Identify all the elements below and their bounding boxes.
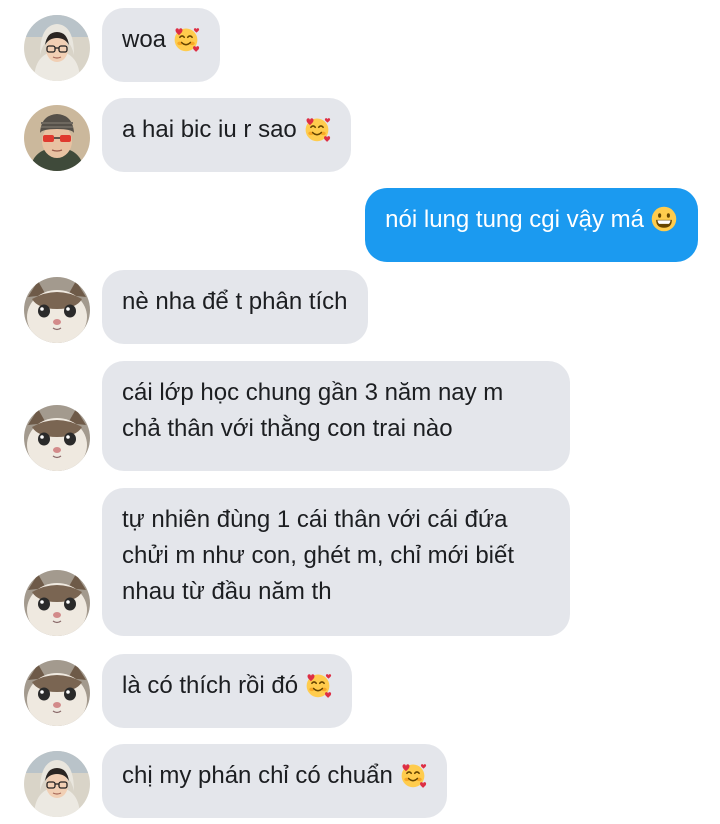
sender-avatar[interactable] <box>24 751 90 817</box>
sender-avatar[interactable] <box>24 105 90 171</box>
cat-avatar-icon <box>24 570 90 636</box>
boy-red-glasses-avatar-icon <box>24 105 90 171</box>
boy-hoodie-avatar-icon <box>24 15 90 81</box>
sender-avatar[interactable] <box>24 405 90 471</box>
message-bubble-incoming[interactable]: là có thích rồi đó <box>102 654 353 728</box>
message-line: chị my phán chỉ có chuẩn <box>122 758 427 794</box>
smiling-face-with-hearts-icon <box>399 761 427 789</box>
message-bubble-outgoing[interactable]: nói lung tung cgi vậy má <box>365 188 698 262</box>
smiling-face-with-hearts-icon <box>304 671 332 699</box>
message-bubble-incoming[interactable]: a hai bic iu r sao <box>102 98 351 172</box>
message-line: nói lung tung cgi vậy má <box>385 202 678 238</box>
message-line: cái lớp học chung gần 3 năm nay m <box>122 379 504 406</box>
boy-hoodie-avatar-icon <box>24 751 90 817</box>
sender-avatar[interactable] <box>24 277 90 343</box>
sender-avatar[interactable] <box>24 660 90 726</box>
message-line: nè nha để t phân tích <box>122 288 348 315</box>
message-bubble-incoming[interactable]: chị my phán chỉ có chuẩn <box>102 744 447 818</box>
sender-avatar[interactable] <box>24 15 90 81</box>
message-bubble-incoming[interactable]: cái lớp học chung gần 3 năm nay m chả th… <box>102 361 570 471</box>
cat-avatar-icon <box>24 405 90 471</box>
cat-avatar-icon <box>24 277 90 343</box>
cat-avatar-icon <box>24 660 90 726</box>
message-line: nhau từ đầu năm th <box>122 578 332 605</box>
smiling-face-with-hearts-icon <box>172 25 200 53</box>
message-line: chả thân với thằng con trai nào <box>122 415 453 442</box>
message-bubble-incoming[interactable]: tự nhiên đùng 1 cái thân với cái đứa chử… <box>102 488 570 636</box>
message-bubble-incoming[interactable]: nè nha để t phân tích <box>102 270 368 344</box>
message-bubble-incoming[interactable]: woa <box>102 8 221 82</box>
message-line: woa <box>122 22 200 58</box>
message-line: a hai bic iu r sao <box>122 112 331 148</box>
message-line: là có thích rồi đó <box>122 668 332 704</box>
smiling-face-with-hearts-icon <box>303 115 331 143</box>
message-line: tự nhiên đùng 1 cái thân với cái đứa <box>122 506 508 533</box>
grinning-face-icon <box>650 205 678 233</box>
message-line: chửi m như con, ghét m, chỉ mới biết <box>122 542 515 569</box>
sender-avatar[interactable] <box>24 570 90 636</box>
